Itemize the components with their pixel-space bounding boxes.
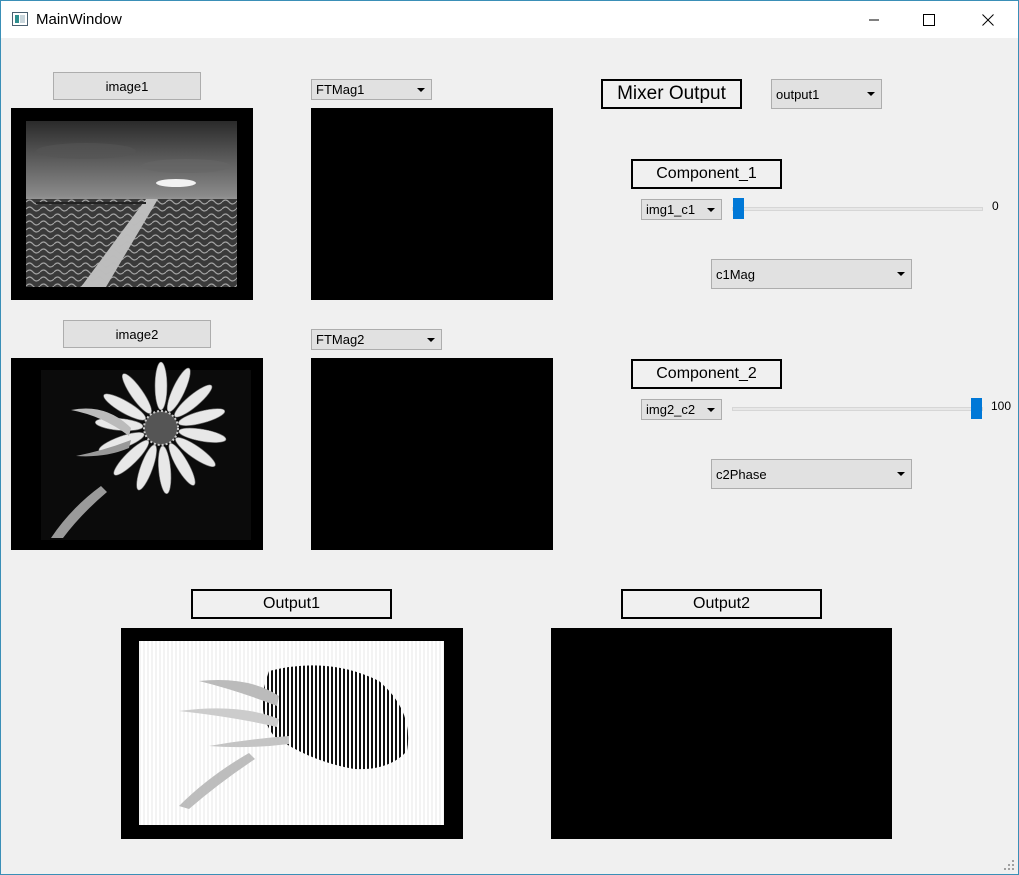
title-bar[interactable]: MainWindow <box>1 1 1018 38</box>
image2-picture <box>41 361 251 540</box>
slider-groove <box>732 407 983 411</box>
component2-type-select[interactable]: c2Phase <box>711 459 912 489</box>
chevron-down-icon <box>707 407 715 412</box>
window-title: MainWindow <box>36 11 122 28</box>
close-icon <box>982 13 994 26</box>
component1-title: Component_1 <box>631 159 782 189</box>
chevron-down-icon <box>427 337 435 342</box>
output-select-value: output1 <box>776 86 820 102</box>
chevron-down-icon <box>897 272 905 276</box>
output2-title: Output2 <box>621 589 822 619</box>
slider-handle[interactable] <box>971 398 982 419</box>
component2-title: Component_2 <box>631 359 782 389</box>
component2-slider-value: 100 <box>991 399 1012 413</box>
slider-handle[interactable] <box>733 198 744 219</box>
slider-groove <box>732 207 983 211</box>
chevron-down-icon <box>867 92 875 96</box>
component2-source-select[interactable]: img2_c2 <box>641 399 722 420</box>
output1-picture <box>139 641 444 825</box>
component1-source-select[interactable]: img1_c1 <box>641 199 722 220</box>
output-select[interactable]: output1 <box>771 79 882 109</box>
component2-source-value: img2_c2 <box>646 402 696 417</box>
output1-title: Output1 <box>191 589 392 619</box>
ft2-display <box>311 358 553 550</box>
chevron-down-icon <box>707 207 715 212</box>
ft1-select-value: FTMag1 <box>316 82 365 97</box>
maximize-icon <box>923 13 935 26</box>
chevron-down-icon <box>417 87 425 92</box>
component2-type-value: c2Phase <box>716 466 767 482</box>
image2-button[interactable]: image2 <box>63 320 211 348</box>
ft1-select[interactable]: FTMag1 <box>311 79 432 100</box>
image1-display <box>11 108 253 300</box>
ft2-select-value: FTMag2 <box>316 332 365 347</box>
app-icon <box>12 12 28 26</box>
mixer-output-title: Mixer Output <box>601 79 742 109</box>
close-button[interactable] <box>965 1 1011 38</box>
chevron-down-icon <box>897 472 905 476</box>
image1-button[interactable]: image1 <box>53 72 201 100</box>
component1-type-select[interactable]: c1Mag <box>711 259 912 289</box>
output2-display <box>551 628 892 839</box>
maximize-button[interactable] <box>906 1 952 38</box>
main-window: MainWindow image1 FTMag1 image2 FTMag2 M… <box>0 0 1019 875</box>
ft1-display <box>311 108 553 300</box>
component1-slider-value: 0 <box>992 199 999 213</box>
ft2-select[interactable]: FTMag2 <box>311 329 442 350</box>
component2-slider[interactable] <box>732 398 983 420</box>
image1-picture <box>26 121 237 287</box>
component1-source-value: img1_c1 <box>646 202 696 217</box>
resize-grip-icon[interactable] <box>1004 860 1014 870</box>
component1-slider[interactable] <box>732 198 983 220</box>
component1-type-value: c1Mag <box>716 266 756 282</box>
minimize-icon <box>869 19 879 20</box>
output1-display <box>121 628 463 839</box>
minimize-button[interactable] <box>851 1 897 38</box>
image2-display <box>11 358 263 550</box>
